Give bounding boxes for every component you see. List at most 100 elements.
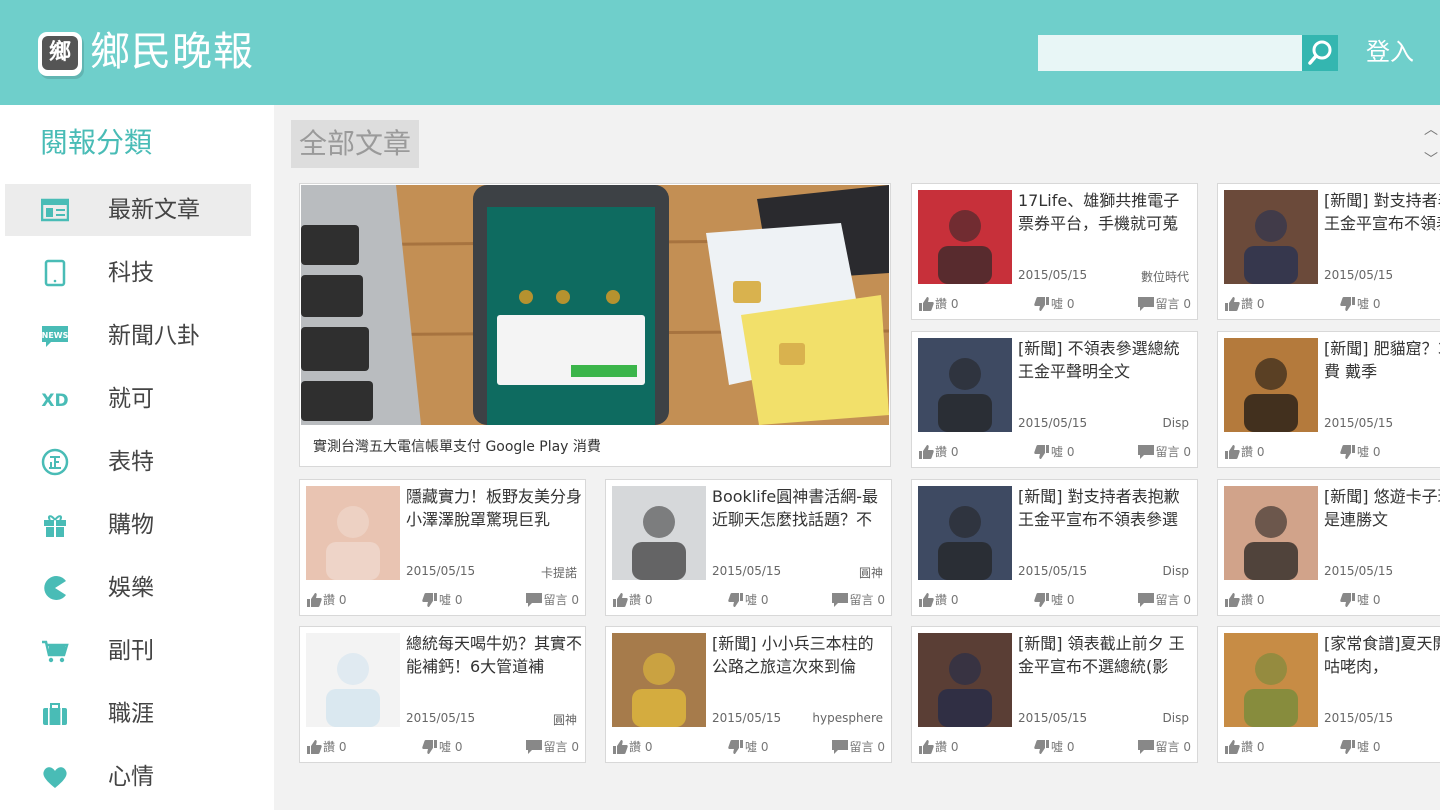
comment-label: 留言 xyxy=(1155,740,1180,754)
boo-button[interactable]: 噓 0 xyxy=(1034,591,1074,609)
boo-button[interactable]: 噓 0 xyxy=(1034,738,1074,756)
comment-button[interactable]: 留言 0 xyxy=(1137,738,1191,756)
article-card[interactable]: [家常食譜]夏天開～鳳梨咕咾肉，2015/05/15讚 0噓 0 xyxy=(1217,626,1440,763)
comment-label: 留言 xyxy=(1155,297,1180,311)
comment-count: 0 xyxy=(1183,297,1191,311)
boo-button[interactable]: 噓 0 xyxy=(422,738,462,756)
comment-button[interactable]: 留言 0 xyxy=(831,738,885,756)
like-button[interactable]: 讚 0 xyxy=(612,591,652,609)
article-headline[interactable]: [新聞] 對支持者表抱歉 王金平宣布不領表參選 xyxy=(1324,189,1440,235)
sidebar-item-tech[interactable]: 科技 xyxy=(5,247,251,299)
article-card[interactable]: [新聞] 對支持者表抱歉 王金平宣布不領表參選 2015/05/15 Disp 讚 0… xyxy=(911,479,1198,616)
article-card[interactable]: Booklife圓神書活網-最近聊天怎麼找話題？不 2015/05/15 圓神讚 0… xyxy=(605,479,892,616)
boo-button[interactable]: 噓 0 xyxy=(1340,295,1380,313)
article-card[interactable]: 隱藏實力！板野友美分身小澤澤脫罩驚現巨乳 2015/05/15 卡提諾讚 0噓 0留… xyxy=(299,479,586,616)
sidebar-item-shopping[interactable]: 購物 xyxy=(5,499,251,551)
article-date: 2015/05/15 xyxy=(712,711,782,725)
like-button[interactable]: 讚 0 xyxy=(1224,738,1264,756)
like-button[interactable]: 讚 0 xyxy=(306,591,346,609)
boo-button[interactable]: 噓 0 xyxy=(1340,443,1380,461)
article-card[interactable]: 總統每天喝牛奶？其實不能補鈣！6大管道補 2015/05/15 圓神讚 0噓 0 留言… xyxy=(299,626,586,763)
boo-label: 噓 xyxy=(439,740,452,754)
article-headline[interactable]: [新聞] 領表截止前夕 王金平宣布不選總統(影 xyxy=(1018,632,1194,678)
site-title[interactable]: 鄉民晚報 xyxy=(90,24,254,80)
article-date: 2015/05/15 xyxy=(1018,416,1088,430)
boo-label: 噓 xyxy=(1051,297,1064,311)
article-headline[interactable]: [新聞] 肥貓窟？3億人事費 戴季 xyxy=(1324,337,1440,383)
scroll-up-icon[interactable]: ︿ xyxy=(1422,117,1440,143)
like-button[interactable]: 讚 0 xyxy=(306,738,346,756)
boo-button[interactable]: 噓 0 xyxy=(728,738,768,756)
comment-count: 0 xyxy=(571,740,579,754)
boo-label: 噓 xyxy=(1357,740,1370,754)
like-button[interactable]: 讚 0 xyxy=(918,738,958,756)
like-button[interactable]: 讚 0 xyxy=(918,591,958,609)
article-headline[interactable]: Booklife圓神書活網-最近聊天怎麼找話題？不 xyxy=(712,485,888,531)
sidebar-item-career[interactable]: 職涯 xyxy=(5,688,251,740)
sidebar-item-jiuke[interactable]: XD 就可 xyxy=(5,373,251,425)
boo-button[interactable]: 噓 0 xyxy=(422,591,462,609)
article-headline[interactable]: 隱藏實力！板野友美分身小澤澤脫罩驚現巨乳 xyxy=(406,485,582,531)
article-card[interactable]: [新聞] 小小兵三本柱的公路之旅這次來到倫 2015/05/15 hypespher… xyxy=(605,626,892,763)
news-icon: NEWS xyxy=(42,326,69,347)
comment-count: 0 xyxy=(877,740,885,754)
boo-button[interactable]: 噓 0 xyxy=(728,591,768,609)
search-input[interactable] xyxy=(1038,35,1302,71)
like-button[interactable]: 讚 0 xyxy=(612,738,652,756)
article-card[interactable]: [新聞] 不領表參選總統 王金平聲明全文 2015/05/15 Disp 讚 0噓 0… xyxy=(911,331,1198,468)
like-button[interactable]: 讚 0 xyxy=(1224,295,1264,313)
like-button[interactable]: 讚 0 xyxy=(918,443,958,461)
featured-article[interactable]: 實測台灣五大電信帳單支付 Google Play 消費 xyxy=(299,183,891,467)
cart-icon xyxy=(42,640,69,663)
comment-button[interactable]: 留言 0 xyxy=(1137,443,1191,461)
logo-char: 鄉 xyxy=(42,36,78,70)
sidebar-item-news[interactable]: NEWS 新聞八卦 xyxy=(5,310,251,362)
like-count: 0 xyxy=(338,740,347,754)
comment-button[interactable]: 留言 0 xyxy=(525,738,579,756)
login-link[interactable]: 登入 xyxy=(1366,32,1414,72)
comment-label: 留言 xyxy=(849,740,874,754)
article-headline[interactable]: 17Life、雄獅共推電子票券平台，手機就可蒐 xyxy=(1018,189,1194,235)
boo-count: 0 xyxy=(454,593,463,607)
article-card[interactable]: 17Life、雄獅共推電子票券平台，手機就可蒐 2015/05/15 數位時代讚 0… xyxy=(911,183,1198,320)
article-headline[interactable]: 總統每天喝牛奶？其實不能補鈣！6大管道補 xyxy=(406,632,582,678)
like-button[interactable]: 讚 0 xyxy=(1224,591,1264,609)
content-area: 全部文章 ︿ ﹀ 實測台灣五大電信帳單支付 Google Play 消費 17L… xyxy=(274,105,1440,810)
boo-button[interactable]: 噓 0 xyxy=(1034,443,1074,461)
article-source: Disp xyxy=(1162,711,1189,725)
sidebar-item-mood[interactable]: 心情 xyxy=(5,751,251,803)
boo-label: 噓 xyxy=(1357,445,1370,459)
thumbs-up-icon xyxy=(919,297,934,311)
sidebar-item-supplement[interactable]: 副刊 xyxy=(5,625,251,677)
comment-button[interactable]: 留言 0 xyxy=(1137,591,1191,609)
article-headline[interactable]: [新聞] 不領表參選總統 王金平聲明全文 xyxy=(1018,337,1194,383)
scroll-down-icon[interactable]: ﹀ xyxy=(1422,147,1440,173)
search-button[interactable] xyxy=(1302,35,1338,71)
boo-button[interactable]: 噓 0 xyxy=(1340,591,1380,609)
comment-button[interactable]: 留言 0 xyxy=(525,591,579,609)
boo-label: 噓 xyxy=(1357,593,1370,607)
article-headline[interactable]: [新聞] 對支持者表抱歉 王金平宣布不領表參選 xyxy=(1018,485,1194,531)
sidebar-item-latest[interactable]: 最新文章 xyxy=(5,184,251,236)
article-headline[interactable]: [新聞] 悠遊卡子理 就是連勝文 xyxy=(1324,485,1440,531)
boo-button[interactable]: 噓 0 xyxy=(1340,738,1380,756)
logo-icon[interactable]: 鄉 xyxy=(38,32,82,76)
app-header: 鄉 鄉民晚報 登入 xyxy=(0,0,1440,105)
article-card[interactable]: [新聞] 領表截止前夕 王金平宣布不選總統(影 2015/05/15 Disp 讚 0… xyxy=(911,626,1198,763)
article-source: 數位時代 xyxy=(1140,270,1189,284)
like-button[interactable]: 讚 0 xyxy=(1224,443,1264,461)
boo-button[interactable]: 噓 0 xyxy=(1034,295,1074,313)
article-card[interactable]: [新聞] 對支持者表抱歉 王金平宣布不領表參選2015/05/15讚 0噓 0 xyxy=(1217,183,1440,320)
boo-label: 噓 xyxy=(1051,593,1064,607)
article-headline[interactable]: [家常食譜]夏天開～鳳梨咕咾肉， xyxy=(1324,632,1440,678)
article-card[interactable]: [新聞] 肥貓窟？3億人事費 戴季2015/05/15讚 0噓 0 xyxy=(1217,331,1440,468)
like-label: 讚 xyxy=(323,593,336,607)
article-headline[interactable]: [新聞] 小小兵三本柱的公路之旅這次來到倫 xyxy=(712,632,888,678)
sidebar-item-beauty[interactable]: 表特 xyxy=(5,436,251,488)
comment-button[interactable]: 留言 0 xyxy=(831,591,885,609)
sidebar-item-entertainment[interactable]: 娛樂 xyxy=(5,562,251,614)
thumbs-down-icon xyxy=(1034,740,1049,754)
like-button[interactable]: 讚 0 xyxy=(918,295,958,313)
comment-button[interactable]: 留言 0 xyxy=(1137,295,1191,313)
article-card[interactable]: [新聞] 悠遊卡子理 就是連勝文2015/05/15讚 0噓 0 xyxy=(1217,479,1440,616)
